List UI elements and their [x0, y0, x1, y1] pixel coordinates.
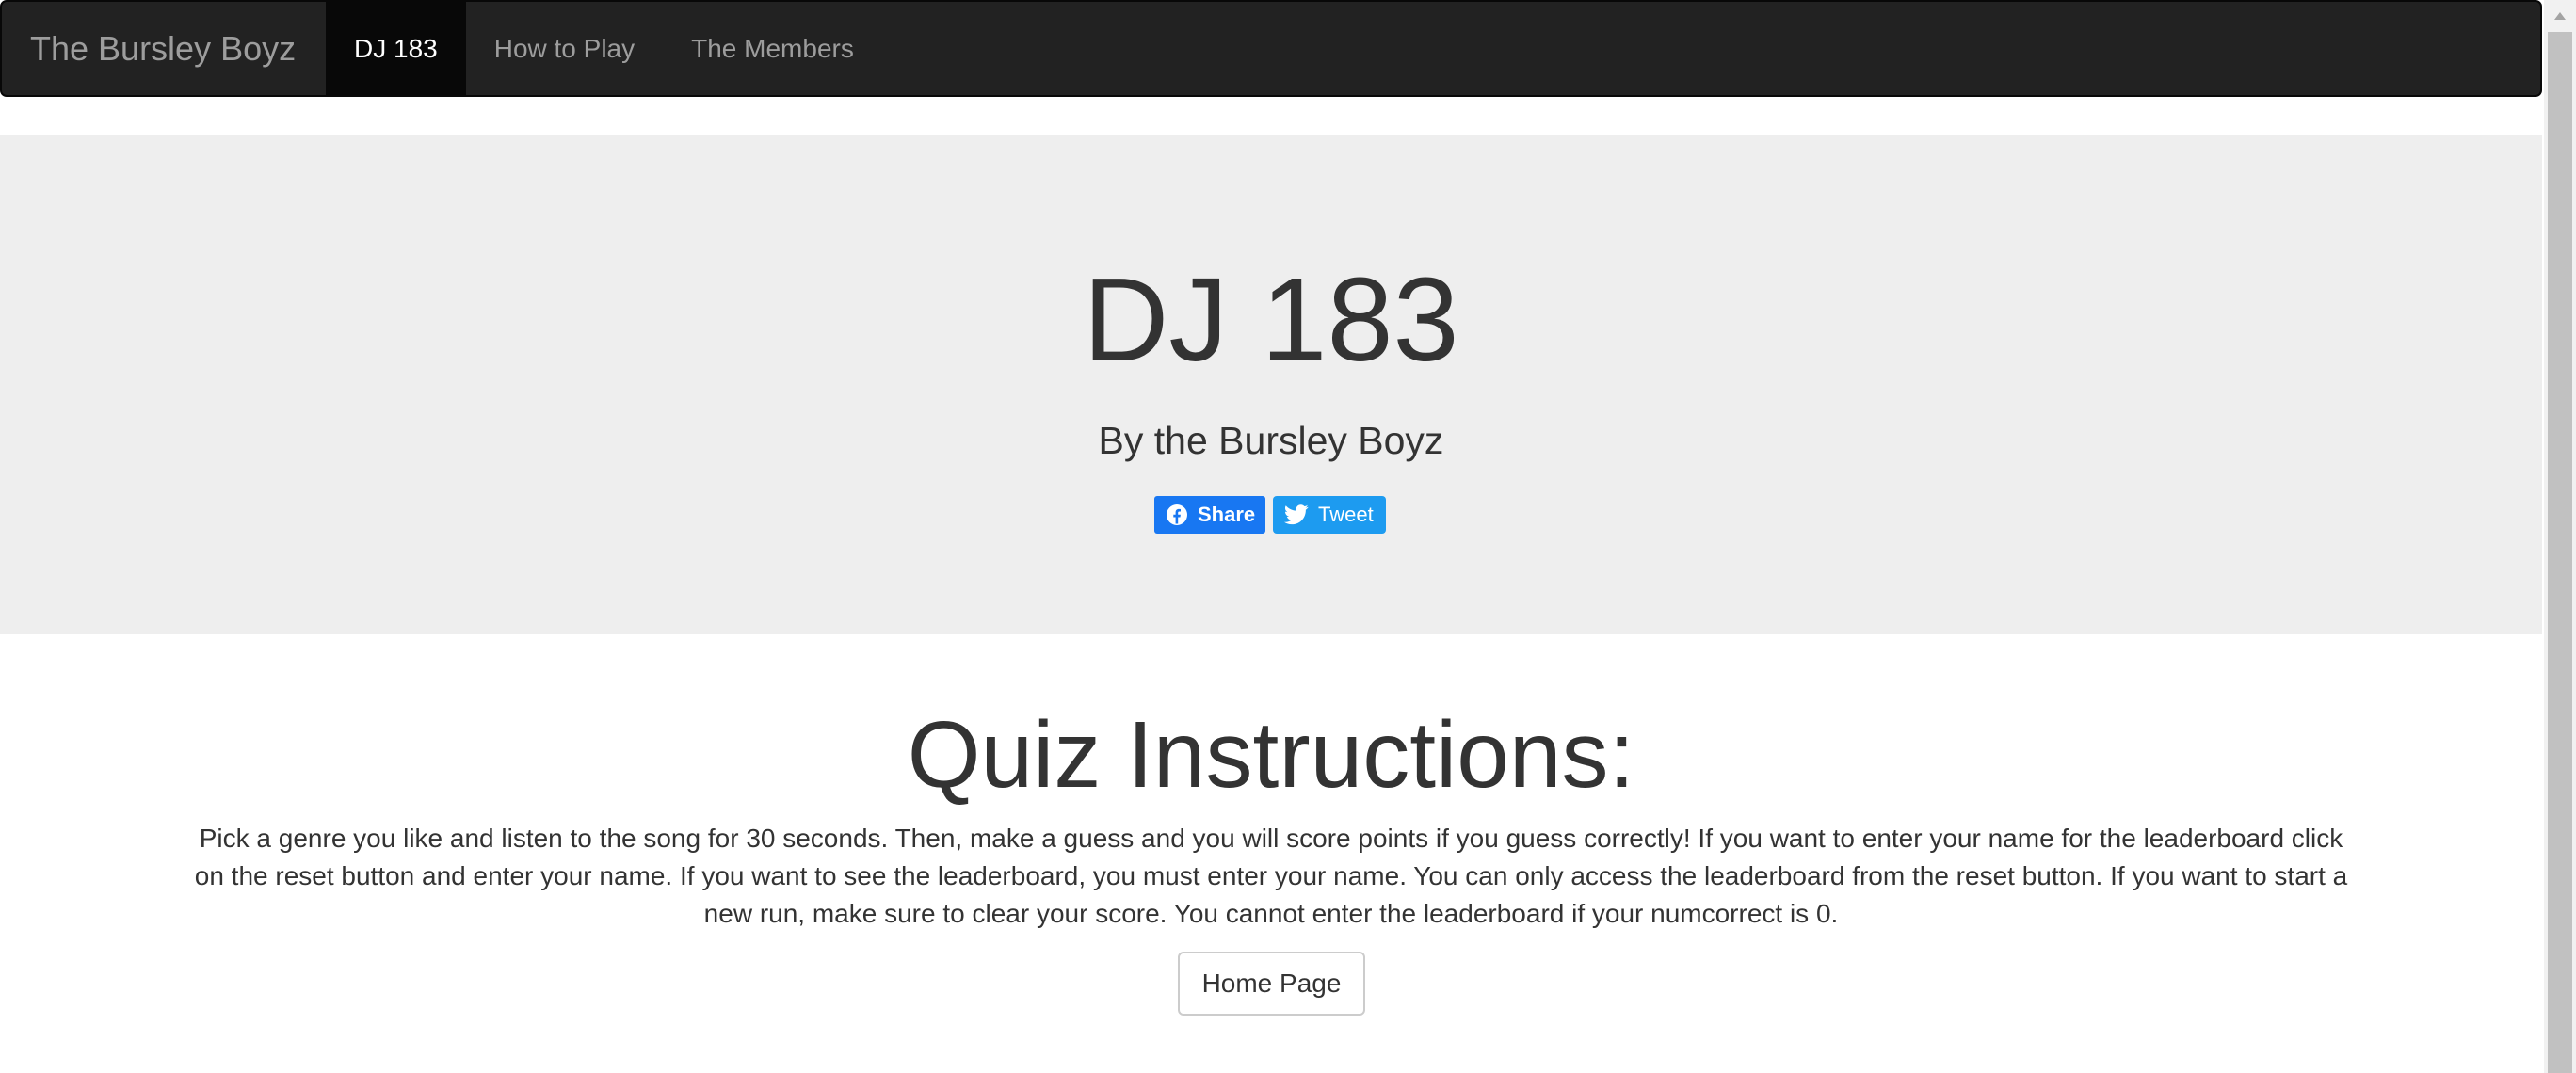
- nav-item-how-to-play[interactable]: How to Play: [466, 2, 663, 95]
- chevron-up-icon: [2554, 12, 2566, 20]
- tweet-label: Tweet: [1318, 503, 1374, 526]
- hero-jumbotron: DJ 183 By the Bursley Boyz Share Tweet: [0, 135, 2542, 634]
- vertical-scrollbar[interactable]: [2544, 0, 2576, 1073]
- share-label: Share: [1198, 503, 1256, 526]
- nav-item-the-members[interactable]: The Members: [663, 2, 882, 95]
- social-share-row: Share Tweet: [1154, 496, 1386, 534]
- scroll-up-button[interactable]: [2544, 0, 2576, 32]
- page: The Bursley Boyz DJ 183 How to Play The …: [0, 0, 2576, 1073]
- twitter-icon: [1284, 504, 1309, 525]
- facebook-icon: [1167, 504, 1187, 525]
- nav-item-dj-183[interactable]: DJ 183: [326, 2, 466, 95]
- twitter-tweet-button[interactable]: Tweet: [1273, 496, 1386, 534]
- hero-subtitle: By the Bursley Boyz: [1098, 419, 1444, 462]
- quiz-instructions-heading: Quiz Instructions:: [907, 702, 1635, 808]
- hero-title: DJ 183: [1083, 253, 1459, 386]
- home-page-button[interactable]: Home Page: [1178, 952, 1365, 1016]
- navbar-brand[interactable]: The Bursley Boyz: [2, 2, 326, 95]
- facebook-share-button[interactable]: Share: [1154, 496, 1265, 534]
- scrollbar-thumb[interactable]: [2548, 32, 2572, 1073]
- quiz-instructions-text: Pick a genre you like and listen to the …: [194, 824, 2348, 928]
- top-navbar: The Bursley Boyz DJ 183 How to Play The …: [0, 0, 2542, 97]
